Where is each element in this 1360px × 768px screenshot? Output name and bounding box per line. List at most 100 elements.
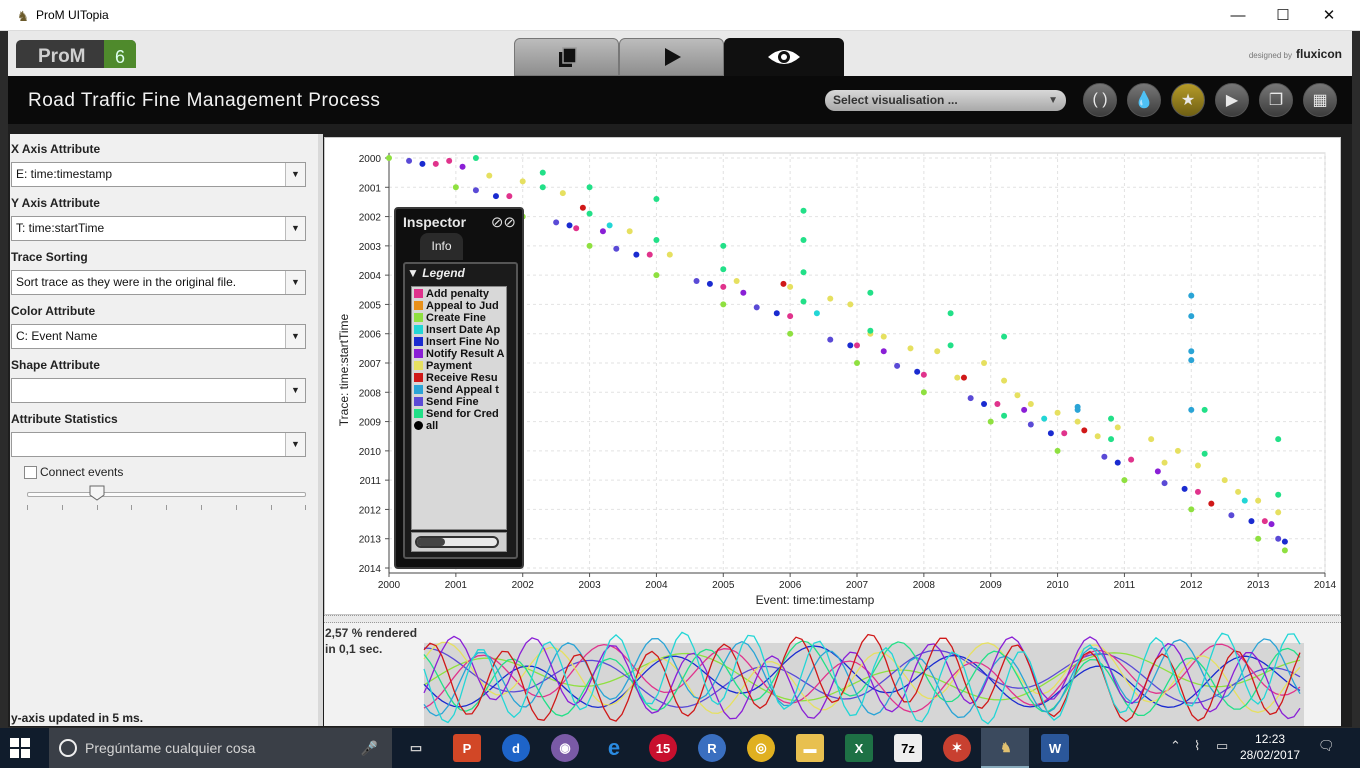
shape-attribute-combo[interactable]: ▼	[11, 378, 306, 403]
legend-swatch	[414, 301, 423, 310]
chart-point	[1108, 436, 1115, 443]
acrobat-icon[interactable]: ✶	[943, 734, 971, 762]
taskbar-clock[interactable]: 12:23 28/02/2017	[1240, 731, 1300, 763]
slider-tick	[201, 505, 202, 510]
chart-point	[1114, 424, 1121, 431]
chart-point	[773, 310, 780, 317]
legend-header[interactable]: ▼ Legend	[407, 266, 465, 280]
chart-point	[1281, 538, 1288, 545]
chart-point	[880, 333, 887, 340]
legend-item[interactable]: Notify Result A	[414, 348, 504, 360]
chart-point	[1188, 292, 1195, 299]
chart-point	[947, 310, 954, 317]
word-icon[interactable]: W	[1041, 734, 1069, 762]
pin-icon[interactable]: ⊘	[491, 214, 504, 231]
chart-point	[920, 389, 927, 396]
y-axis-label: Y Axis Attribute	[11, 196, 100, 210]
connect-events-checkbox[interactable]	[24, 466, 37, 479]
legend-list[interactable]: Add penalty Appeal to Jud Create Fine Inser…	[411, 286, 507, 530]
refresh-button[interactable]: ( )	[1083, 83, 1117, 117]
chevron-down-icon[interactable]: ▼	[285, 325, 305, 348]
notification-icon[interactable]: 🗨	[1318, 738, 1335, 754]
slider-thumb[interactable]	[89, 485, 105, 501]
7zip-icon[interactable]: 7z	[894, 734, 922, 762]
chevron-down-icon[interactable]: ▼	[285, 379, 305, 402]
chart-point	[787, 313, 794, 320]
split-handle[interactable]	[324, 615, 1341, 623]
panel-divider[interactable]	[318, 134, 323, 726]
chevron-down-icon[interactable]: ▼	[285, 433, 305, 456]
legend-item[interactable]: Receive Resu	[414, 372, 498, 384]
legend-swatch	[414, 361, 423, 370]
minimize-button[interactable]: —	[1215, 0, 1261, 31]
x-axis-combo[interactable]: E: time:timestamp ▼	[11, 162, 306, 187]
chevron-down-icon[interactable]: ▼	[285, 271, 305, 294]
legend-item[interactable]: Insert Date Ap	[414, 324, 500, 336]
visualisation-select[interactable]: Select visualisation ... ▼	[825, 90, 1066, 111]
edge-icon[interactable]: e	[600, 734, 628, 762]
export-button[interactable]: ❐	[1259, 83, 1293, 117]
microphone-icon[interactable]: 🎤	[361, 728, 378, 768]
chart-point	[827, 336, 834, 343]
favorite-button[interactable]: ★	[1171, 83, 1205, 117]
powerpoint-icon[interactable]: P	[453, 734, 481, 762]
legend-item[interactable]: Add penalty	[414, 288, 489, 300]
window-titlebar: ♞ ProM UITopia — ☐ ✕	[0, 0, 1360, 31]
chart-point	[1194, 488, 1201, 495]
chart-point	[606, 222, 613, 229]
d-app-icon[interactable]: d	[502, 734, 530, 762]
r-app-icon[interactable]: R	[698, 734, 726, 762]
slider-track[interactable]	[27, 492, 306, 497]
chevron-down-icon[interactable]: ▼	[285, 217, 305, 240]
slider-tick	[305, 505, 307, 510]
prom-app-icon: ♞	[16, 8, 30, 24]
legend-item[interactable]: Send Appeal t	[414, 384, 499, 396]
legend-scrollbar[interactable]	[411, 532, 507, 552]
prom-taskbar-icon[interactable]: ♞	[992, 734, 1020, 762]
tab-info[interactable]: Info	[420, 233, 463, 260]
attribute-statistics-combo[interactable]: ▼	[11, 432, 306, 457]
tab-view[interactable]	[724, 38, 844, 76]
cat-app-icon[interactable]: ◉	[551, 734, 579, 762]
layout-button[interactable]: ▦	[1303, 83, 1337, 117]
legend-item[interactable]: Payment	[414, 360, 472, 372]
windows-start-icon[interactable]	[10, 738, 30, 758]
legend-item[interactable]: all	[414, 420, 438, 432]
detach-icon[interactable]: ⊘	[503, 214, 516, 231]
tab-workspace[interactable]	[514, 38, 619, 76]
close-button[interactable]: ✕	[1306, 0, 1352, 31]
legend-item[interactable]: Send Fine	[414, 396, 479, 408]
trace-sorting-combo[interactable]: Sort trace as they were in the original …	[11, 270, 306, 295]
calendar-app-icon[interactable]: 15	[649, 734, 677, 762]
scrollbar-thumb[interactable]	[416, 538, 445, 546]
maximize-button[interactable]: ☐	[1260, 0, 1306, 31]
legend-item[interactable]: Send for Cred	[414, 408, 499, 420]
overview-panel[interactable]: 2,57 % rendered in 0,1 sec.	[324, 623, 1341, 726]
color-attribute-label: Color Attribute	[11, 304, 96, 318]
chevron-down-icon[interactable]: ▼	[285, 163, 305, 186]
drop-button[interactable]: 💧	[1127, 83, 1161, 117]
x-tick-label: 2012	[1180, 580, 1203, 591]
network-icon[interactable]: ⌇	[1194, 738, 1200, 754]
legend-item[interactable]: Create Fine	[414, 312, 486, 324]
task-view-icon[interactable]: ▭	[402, 734, 430, 762]
file-explorer-icon[interactable]: ▬	[796, 734, 824, 762]
chart-point	[1268, 521, 1275, 528]
rendered-time: in 0,1 sec.	[325, 642, 383, 656]
legend-item[interactable]: Appeal to Jud	[414, 300, 499, 312]
chrome-icon[interactable]: ◎	[747, 734, 775, 762]
search-placeholder: Pregúntame cualquier cosa	[85, 740, 256, 756]
y-tick-label: 2000	[359, 154, 382, 165]
color-attribute-combo[interactable]: C: Event Name ▼	[11, 324, 306, 349]
legend-item[interactable]: Insert Fine No	[414, 336, 499, 348]
chart-point	[1188, 348, 1195, 355]
taskbar-search[interactable]: Pregúntame cualquier cosa 🎤	[49, 728, 392, 768]
inspector-panel[interactable]: Inspector ⊘⊘ Info ▼ Legend Add penalty Ap…	[394, 207, 524, 569]
y-tick-label: 2007	[359, 359, 382, 370]
battery-icon[interactable]: ▭	[1216, 738, 1228, 754]
play-button[interactable]: ▶	[1215, 83, 1249, 117]
y-axis-combo[interactable]: T: time:startTime ▼	[11, 216, 306, 241]
excel-icon[interactable]: X	[845, 734, 873, 762]
chevron-up-icon[interactable]: ⌃	[1170, 738, 1181, 754]
tab-actions[interactable]	[619, 38, 724, 76]
